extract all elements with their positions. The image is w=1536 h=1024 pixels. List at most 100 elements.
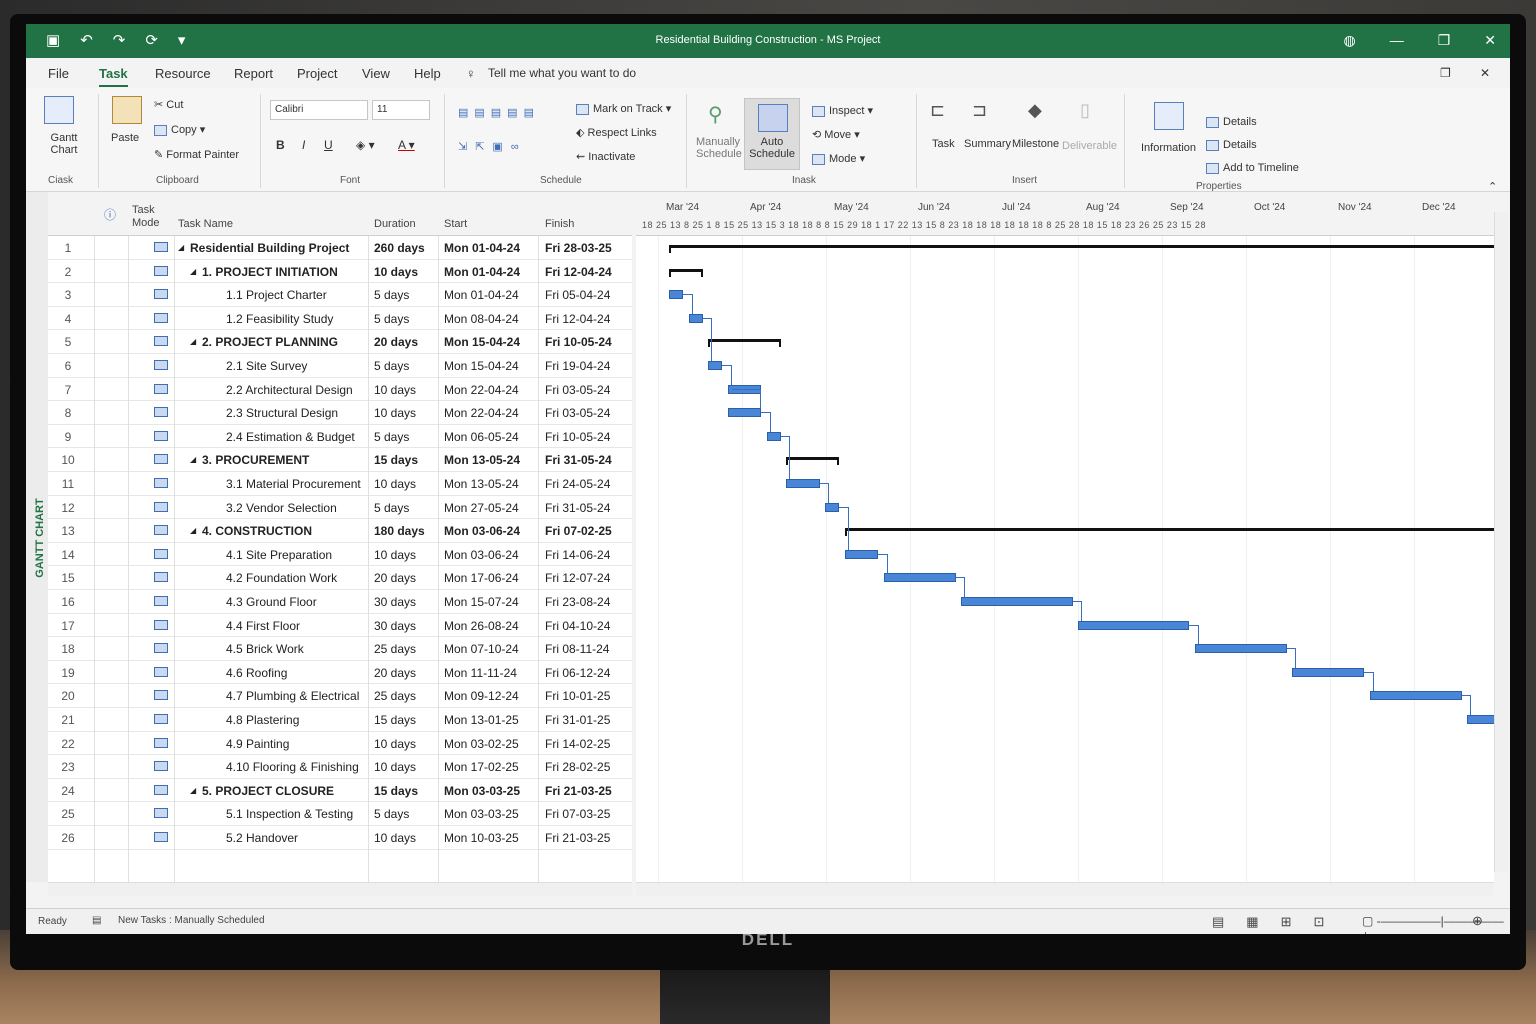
table-row[interactable]: 7 2.2 Architectural Design 10 days Mon 22-0… (48, 378, 632, 402)
mode-button[interactable]: Mode ▾ (812, 152, 865, 165)
task-start[interactable]: Mon 07-10-24 (444, 642, 519, 656)
task-duration[interactable]: 10 days (374, 265, 418, 279)
tab-resource[interactable]: Resource (155, 66, 211, 81)
task-finish[interactable]: Fri 31-01-25 (545, 713, 610, 727)
task-bar[interactable] (727, 408, 762, 418)
task-start[interactable]: Mon 13-05-24 (444, 453, 520, 467)
task-bar[interactable] (1194, 644, 1287, 654)
collapse-icon[interactable]: ◢ (190, 786, 196, 795)
table-row[interactable]: 11 3.1 Material Procurement 10 days Mon 13-… (48, 472, 632, 496)
task-duration[interactable]: 5 days (374, 807, 409, 821)
summary-bar[interactable] (786, 457, 840, 466)
task-bar[interactable] (786, 479, 820, 488)
task-duration[interactable]: 20 days (374, 666, 416, 680)
information-button[interactable]: Information (1141, 142, 1196, 154)
task-start[interactable]: Mon 22-04-24 (444, 383, 519, 397)
collapse-icon[interactable]: ◢ (190, 267, 196, 276)
task-start[interactable]: Mon 03-03-25 (444, 807, 519, 821)
task-finish[interactable]: Fri 24-05-24 (545, 477, 610, 491)
task-duration[interactable]: 25 days (374, 642, 416, 656)
col-start[interactable]: Start (444, 218, 467, 230)
task-bar[interactable] (766, 431, 781, 441)
inspect-button[interactable]: Inspect ▾ (812, 104, 873, 117)
ribbon-display-icon[interactable]: ❐ (1440, 66, 1451, 80)
task-name[interactable]: 3. PROCUREMENT (202, 453, 309, 467)
italic-button[interactable]: I (302, 138, 305, 152)
task-start[interactable]: Mon 01-04-24 (444, 288, 519, 302)
task-finish[interactable]: Fri 19-04-24 (545, 359, 610, 373)
task-start[interactable]: Mon 26-08-24 (444, 619, 519, 633)
tab-view[interactable]: View (362, 66, 390, 81)
highlight-icon[interactable]: ◈ ▾ (356, 138, 375, 152)
table-row[interactable]: 15 4.2 Foundation Work 20 days Mon 17-06-24… (48, 566, 632, 590)
summary-bar[interactable] (844, 528, 1494, 537)
task-duration[interactable]: 15 days (374, 713, 416, 727)
task-finish[interactable]: Fri 21-03-25 (545, 784, 612, 798)
table-row[interactable]: 8 2.3 Structural Design 10 days Mon 22-04-2… (48, 401, 632, 425)
task-bar[interactable] (844, 549, 878, 559)
account-icon[interactable]: ◍ (1343, 32, 1355, 49)
gantt-vertical-scrollbar[interactable] (1494, 212, 1508, 872)
tab-report[interactable]: Report (234, 66, 273, 81)
task-name[interactable]: 4.3 Ground Floor (226, 595, 317, 609)
table-row[interactable]: 1 ◢ Residential Building Project 260 days Mo… (48, 236, 632, 260)
task-duration[interactable]: 15 days (374, 784, 418, 798)
task-bar[interactable] (825, 502, 840, 512)
task-finish[interactable]: Fri 08-11-24 (545, 642, 609, 656)
inactivate-button[interactable]: ⇜ Inactivate (576, 150, 635, 163)
font-name-select[interactable]: Calibri (270, 100, 368, 120)
task-bar[interactable] (1292, 667, 1365, 677)
task-start[interactable]: Mon 10-03-25 (444, 831, 519, 845)
task-duration[interactable]: 30 days (374, 619, 416, 633)
table-row[interactable]: 24 ◢ 5. PROJECT CLOSURE 15 days Mon 03-03-25… (48, 779, 632, 803)
cut-button[interactable]: ✂ Cut (154, 98, 183, 111)
task-name[interactable]: 4.4 First Floor (226, 619, 300, 633)
task-duration[interactable]: 10 days (374, 406, 416, 420)
move-button[interactable]: ⟲ Move ▾ (812, 128, 860, 141)
task-start[interactable]: Mon 15-04-24 (444, 335, 520, 349)
gantt-chart-button[interactable]: Gantt Chart (44, 132, 84, 156)
insert-summary-button[interactable]: Summary (964, 138, 1011, 150)
task-duration[interactable]: 20 days (374, 571, 416, 585)
task-duration[interactable]: 5 days (374, 288, 409, 302)
task-start[interactable]: Mon 03-06-24 (444, 548, 519, 562)
task-finish[interactable]: Fri 03-05-24 (545, 406, 610, 420)
task-finish[interactable]: Fri 12-04-24 (545, 265, 612, 279)
task-finish[interactable]: Fri 31-05-24 (545, 501, 610, 515)
table-row[interactable]: 13 ◢ 4. CONSTRUCTION 180 days Mon 03-06-24 Fr… (48, 519, 632, 543)
task-finish[interactable]: Fri 14-02-25 (545, 737, 610, 751)
tell-me-box[interactable]: Tell me what you want to do (488, 66, 636, 80)
task-duration[interactable]: 10 days (374, 831, 416, 845)
table-row[interactable]: 21 4.8 Plastering 15 days Mon 13-01-25 Fri 3… (48, 708, 632, 732)
table-row[interactable]: 3 1.1 Project Charter 5 days Mon 01-04-24 Fr… (48, 283, 632, 307)
copy-button[interactable]: Copy ▾ (154, 123, 205, 136)
task-start[interactable]: Mon 01-04-24 (444, 241, 520, 255)
table-row[interactable]: 22 4.9 Painting 10 days Mon 03-02-25 Fri 14-… (48, 732, 632, 756)
task-name[interactable]: 1.1 Project Charter (226, 288, 327, 302)
minimize-icon[interactable]: — (1390, 32, 1404, 49)
task-name[interactable]: 1. PROJECT INITIATION (202, 265, 338, 279)
table-row[interactable]: 14 4.1 Site Preparation 10 days Mon 03-06-2… (48, 543, 632, 567)
new-tasks-mode[interactable]: New Tasks : Manually Scheduled (118, 915, 265, 926)
collapse-icon[interactable]: ◢ (190, 526, 196, 535)
table-row[interactable]: 23 4.10 Flooring & Finishing 10 days Mon 17… (48, 755, 632, 779)
task-start[interactable]: Mon 15-07-24 (444, 595, 519, 609)
task-start[interactable]: Mon 06-05-24 (444, 430, 519, 444)
task-name[interactable]: 4.5 Brick Work (226, 642, 304, 656)
task-finish[interactable]: Fri 10-05-24 (545, 335, 612, 349)
table-row[interactable]: 20 4.7 Plumbing & Electrical 25 days Mon 09… (48, 684, 632, 708)
task-name[interactable]: 4.2 Foundation Work (226, 571, 337, 585)
table-row[interactable]: 10 ◢ 3. PROCUREMENT 15 days Mon 13-05-24 Fri … (48, 448, 632, 472)
table-row[interactable]: 5 ◢ 2. PROJECT PLANNING 20 days Mon 15-04-24… (48, 330, 632, 354)
task-start[interactable]: Mon 22-04-24 (444, 406, 519, 420)
task-name[interactable]: 3.2 Vendor Selection (226, 501, 337, 515)
format-painter-button[interactable]: ✎ Format Painter (154, 148, 239, 161)
font-color-button[interactable]: A ▾ (398, 138, 415, 152)
tab-help[interactable]: Help (414, 66, 441, 81)
table-horizontal-scrollbar[interactable] (48, 882, 632, 896)
task-finish[interactable]: Fri 03-05-24 (545, 383, 610, 397)
task-name[interactable]: 4.8 Plastering (226, 713, 299, 727)
task-name[interactable]: Residential Building Project (190, 241, 349, 255)
task-start[interactable]: Mon 11-11-24 (444, 666, 517, 680)
task-duration[interactable]: 5 days (374, 430, 409, 444)
